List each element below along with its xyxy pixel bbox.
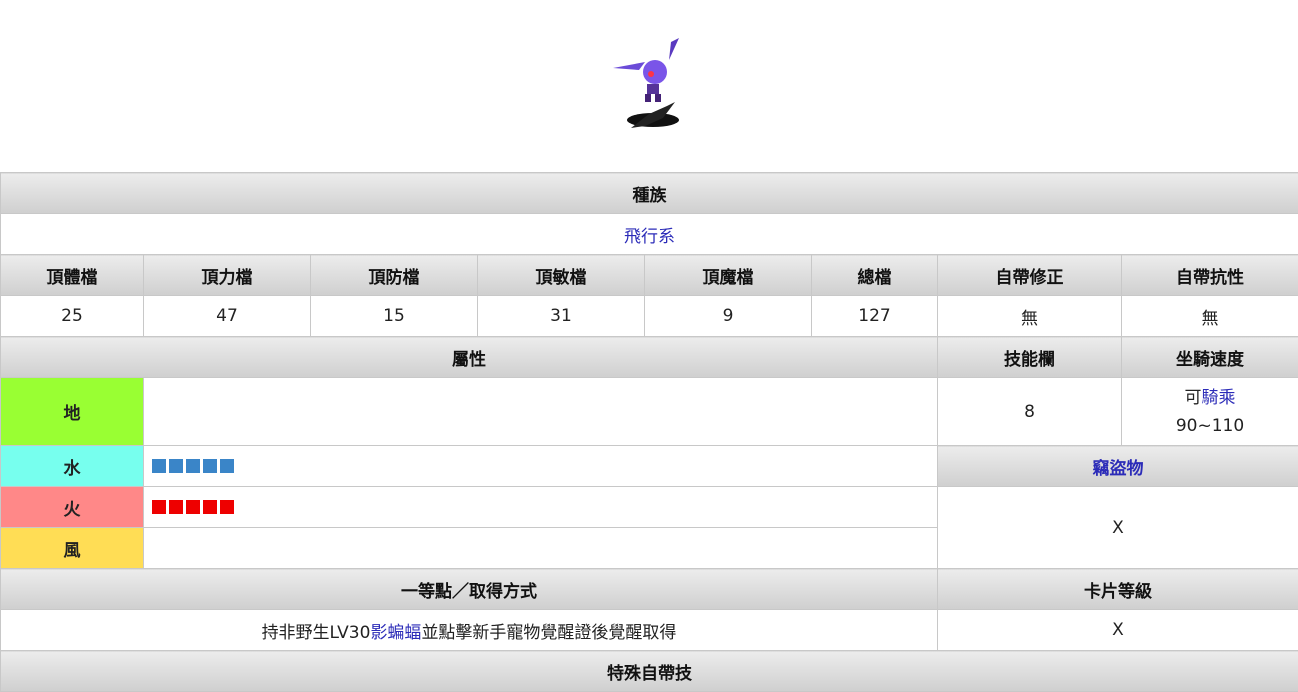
water-level-square — [203, 459, 217, 473]
mount-link[interactable]: 騎乘 — [1202, 388, 1236, 408]
fire-bar — [143, 486, 938, 528]
stat-header-agi: 頂敏檔 — [477, 254, 645, 296]
stat-header-resistance: 自帶抗性 — [1121, 254, 1298, 296]
stat-value-agi: 31 — [477, 295, 645, 337]
acquire-method: 持非野生LV30影蝙蝠並點擊新手寵物覺醒證後覺醒取得 — [0, 609, 938, 651]
race-header: 種族 — [0, 172, 1298, 214]
skill-slots-value: 8 — [937, 377, 1122, 446]
card-level-header: 卡片等級 — [937, 568, 1298, 610]
fire-level-square — [203, 500, 217, 514]
stat-value-str: 47 — [143, 295, 311, 337]
stat-value-correction: 無 — [937, 295, 1122, 337]
stat-value-def: 15 — [310, 295, 478, 337]
wind-label: 風 — [0, 527, 144, 569]
mount-speed: 90~110 — [1175, 415, 1245, 436]
stat-header-def: 頂防檔 — [310, 254, 478, 296]
stat-header-hp: 頂體檔 — [0, 254, 144, 296]
fire-level-square — [186, 500, 200, 514]
stat-header-mp: 頂魔檔 — [644, 254, 812, 296]
acquire-pet-link[interactable]: 影蝙蝠 — [370, 623, 421, 643]
steal-header: 竊盜物 — [937, 445, 1298, 487]
water-level-square — [169, 459, 183, 473]
acquire-text-before: 持非野生LV30 — [261, 622, 371, 643]
fire-level-square — [152, 500, 166, 514]
water-label: 水 — [0, 445, 144, 487]
earth-label: 地 — [0, 377, 144, 446]
acquire-header: 一等點／取得方式 — [0, 568, 938, 610]
water-level-square — [186, 459, 200, 473]
stat-header-str: 頂力檔 — [143, 254, 311, 296]
earth-bar — [143, 377, 938, 446]
fire-level-square — [169, 500, 183, 514]
bat-pet-sprite — [613, 38, 679, 128]
steal-value: X — [937, 486, 1298, 569]
water-level-square — [152, 459, 166, 473]
fire-level-square — [220, 500, 234, 514]
acquire-text-after: 並點擊新手寵物覺醒證後覺醒取得 — [421, 622, 677, 643]
stat-header-correction: 自帶修正 — [937, 254, 1122, 296]
steal-link[interactable]: 竊盜物 — [1093, 459, 1144, 479]
mount-speed-header: 坐騎速度 — [1121, 336, 1298, 378]
race-link[interactable]: 飛行系 — [624, 227, 675, 247]
stat-header-total: 總檔 — [811, 254, 938, 296]
water-bar — [143, 445, 938, 487]
pet-sprite-area — [0, 0, 1298, 172]
fire-label: 火 — [0, 486, 144, 528]
special-skill-header: 特殊自帶技 — [0, 650, 1298, 692]
stat-value-resistance: 無 — [1121, 295, 1298, 337]
wind-bar — [143, 527, 938, 569]
mount-prefix: 可 — [1184, 387, 1202, 408]
attribute-header: 屬性 — [0, 336, 938, 378]
skill-slots-header: 技能欄 — [937, 336, 1122, 378]
mount-value: 可騎乘 90~110 — [1121, 377, 1298, 446]
pet-info-table: 種族 飛行系 頂體檔 頂力檔 頂防檔 頂敏檔 頂魔檔 總檔 自帶修正 自帶抗性 … — [0, 172, 1298, 692]
race-value: 飛行系 — [0, 213, 1298, 255]
card-level-value: X — [937, 609, 1298, 651]
stat-value-hp: 25 — [0, 295, 144, 337]
stat-value-mp: 9 — [644, 295, 812, 337]
stat-value-total: 127 — [811, 295, 938, 337]
water-level-square — [220, 459, 234, 473]
